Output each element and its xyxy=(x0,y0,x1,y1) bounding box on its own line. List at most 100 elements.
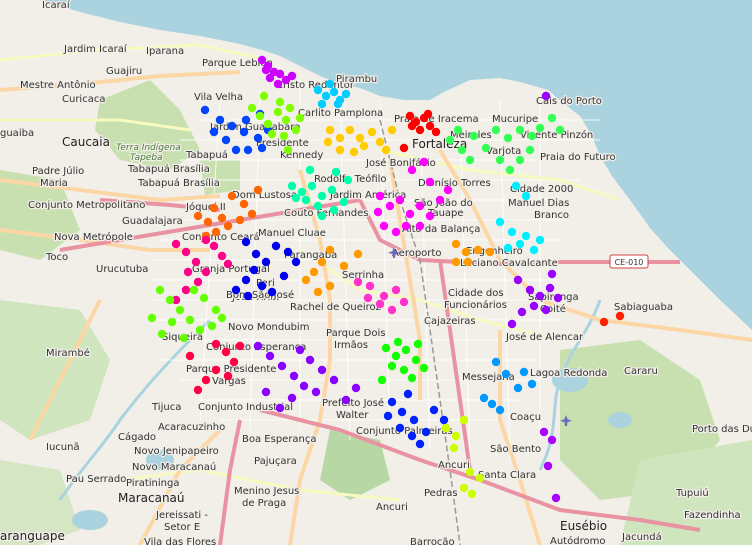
cluster-point[interactable] xyxy=(401,221,411,231)
cluster-point[interactable] xyxy=(155,285,165,295)
cluster-point[interactable] xyxy=(227,191,237,201)
cluster-point[interactable] xyxy=(517,307,527,317)
cluster-point[interactable] xyxy=(223,371,233,381)
cluster-point[interactable] xyxy=(227,121,237,131)
cluster-point[interactable] xyxy=(211,365,221,375)
cluster-point[interactable] xyxy=(359,141,369,151)
cluster-point[interactable] xyxy=(407,431,417,441)
cluster-point[interactable] xyxy=(253,185,263,195)
cluster-point[interactable] xyxy=(381,343,391,353)
cluster-point[interactable] xyxy=(157,329,167,339)
cluster-point[interactable] xyxy=(235,215,245,225)
cluster-point[interactable] xyxy=(415,201,425,211)
cluster-point[interactable] xyxy=(311,387,321,397)
cluster-point[interactable] xyxy=(387,361,397,371)
cluster-point[interactable] xyxy=(441,423,451,433)
cluster-point[interactable] xyxy=(223,259,233,269)
cluster-point[interactable] xyxy=(335,133,345,143)
cluster-point[interactable] xyxy=(405,111,415,121)
cluster-point[interactable] xyxy=(287,71,297,81)
cluster-point[interactable] xyxy=(527,131,537,141)
cluster-point[interactable] xyxy=(425,211,435,221)
cluster-point[interactable] xyxy=(421,427,431,437)
cluster-point[interactable] xyxy=(193,385,203,395)
cluster-point[interactable] xyxy=(395,195,405,205)
cluster-point[interactable] xyxy=(459,483,469,493)
cluster-point[interactable] xyxy=(399,297,409,307)
cluster-point[interactable] xyxy=(435,195,445,205)
cluster-point[interactable] xyxy=(175,305,185,315)
cluster-point[interactable] xyxy=(379,221,389,231)
cluster-point[interactable] xyxy=(271,241,281,251)
cluster-point[interactable] xyxy=(431,127,441,137)
cluster-point[interactable] xyxy=(615,311,625,321)
cluster-point[interactable] xyxy=(515,155,525,165)
cluster-point[interactable] xyxy=(191,257,201,267)
cluster-point[interactable] xyxy=(201,267,211,277)
cluster-point[interactable] xyxy=(385,201,395,211)
cluster-point[interactable] xyxy=(485,247,495,257)
cluster-point[interactable] xyxy=(535,291,545,301)
cluster-point[interactable] xyxy=(257,55,267,65)
cluster-point[interactable] xyxy=(243,291,253,301)
cluster-point[interactable] xyxy=(521,191,531,201)
cluster-point[interactable] xyxy=(373,207,383,217)
cluster-point[interactable] xyxy=(215,115,225,125)
cluster-point[interactable] xyxy=(211,227,221,237)
cluster-point[interactable] xyxy=(419,157,429,167)
cluster-point[interactable] xyxy=(241,115,251,125)
cluster-point[interactable] xyxy=(203,217,213,227)
cluster-point[interactable] xyxy=(519,367,529,377)
cluster-point[interactable] xyxy=(529,301,539,311)
cluster-point[interactable] xyxy=(411,355,421,365)
cluster-point[interactable] xyxy=(451,257,461,267)
cluster-point[interactable] xyxy=(209,241,219,251)
cluster-point[interactable] xyxy=(375,299,385,309)
cluster-point[interactable] xyxy=(401,345,411,355)
cluster-point[interactable] xyxy=(425,121,435,131)
cluster-point[interactable] xyxy=(235,341,245,351)
cluster-point[interactable] xyxy=(209,203,219,213)
cluster-point[interactable] xyxy=(283,145,293,155)
cluster-point[interactable] xyxy=(317,211,327,221)
cluster-point[interactable] xyxy=(231,145,241,155)
cluster-point[interactable] xyxy=(291,193,301,203)
cluster-point[interactable] xyxy=(329,87,339,97)
cluster-point[interactable] xyxy=(387,305,397,315)
cluster-point[interactable] xyxy=(599,317,609,327)
cluster-point[interactable] xyxy=(265,73,275,83)
cluster-point[interactable] xyxy=(469,131,479,141)
cluster-point[interactable] xyxy=(281,115,291,125)
cluster-point[interactable] xyxy=(193,277,203,287)
cluster-point[interactable] xyxy=(301,275,311,285)
cluster-point[interactable] xyxy=(391,285,401,295)
cluster-point[interactable] xyxy=(305,355,315,365)
cluster-point[interactable] xyxy=(515,125,525,135)
cluster-point[interactable] xyxy=(217,213,227,223)
cluster-point[interactable] xyxy=(451,431,461,441)
cluster-point[interactable] xyxy=(291,125,301,135)
cluster-point[interactable] xyxy=(211,339,221,349)
cluster-point[interactable] xyxy=(343,175,353,185)
cluster-point[interactable] xyxy=(491,357,501,367)
cluster-point[interactable] xyxy=(307,181,317,191)
cluster-point[interactable] xyxy=(449,443,459,453)
cluster-point[interactable] xyxy=(247,209,257,219)
cluster-point[interactable] xyxy=(505,165,515,175)
cluster-point[interactable] xyxy=(285,103,295,113)
cluster-point[interactable] xyxy=(423,109,433,119)
cluster-point[interactable] xyxy=(313,201,323,211)
cluster-point[interactable] xyxy=(539,427,549,437)
cluster-point[interactable] xyxy=(479,393,489,403)
cluster-point[interactable] xyxy=(475,473,485,483)
cluster-point[interactable] xyxy=(495,217,505,227)
cluster-point[interactable] xyxy=(553,293,563,303)
cluster-point[interactable] xyxy=(259,91,269,101)
cluster-point[interactable] xyxy=(249,265,259,275)
cluster-point[interactable] xyxy=(283,247,293,257)
cluster-point[interactable] xyxy=(295,113,305,123)
cluster-point[interactable] xyxy=(349,147,359,157)
cluster-point[interactable] xyxy=(375,137,385,147)
cluster-point[interactable] xyxy=(263,119,273,129)
cluster-point[interactable] xyxy=(363,293,373,303)
